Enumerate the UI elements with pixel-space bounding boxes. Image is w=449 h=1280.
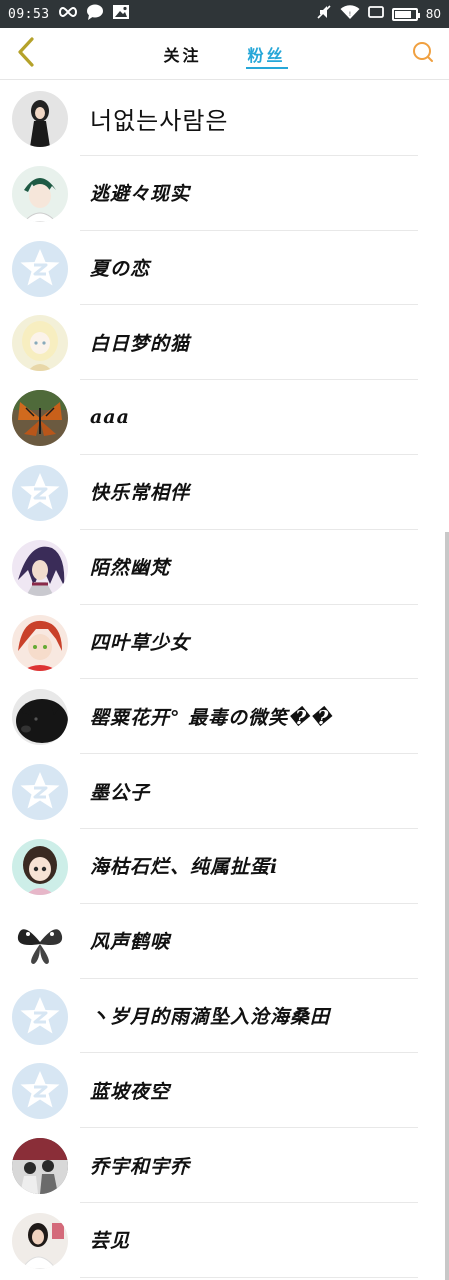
follower-row[interactable]: 海枯石烂、纯属扯蛋i xyxy=(0,829,449,904)
scrollbar[interactable] xyxy=(445,532,449,1280)
follower-row[interactable]: 风声鹤唳 xyxy=(0,904,449,979)
default-avatar-icon[interactable] xyxy=(12,1063,68,1120)
follower-row[interactable]: 快乐常相伴 xyxy=(0,455,449,530)
follower-list: 너없는사람은 逃避々现实 夏の恋 白日梦的猫 aaa 快乐常相伴 陌然幽梵 四叶… xyxy=(0,81,449,1278)
follower-name: 芸见 xyxy=(90,1230,131,1253)
follower-name: 丶岁月的雨滴坠入沧海桑田 xyxy=(90,1006,331,1029)
default-avatar-icon[interactable] xyxy=(12,240,68,297)
follower-row[interactable]: 丶岁月的雨滴坠入沧海桑田 xyxy=(0,979,449,1054)
avatar[interactable] xyxy=(12,689,68,746)
follower-row[interactable]: 罂粟花开° 最毒の微笑�� xyxy=(0,679,449,754)
default-avatar-icon[interactable] xyxy=(12,988,68,1045)
follower-row[interactable]: 蓝坡夜空 xyxy=(0,1053,449,1128)
avatar[interactable] xyxy=(12,1138,68,1195)
follower-name: 乔宇和宇乔 xyxy=(90,1155,191,1178)
avatar[interactable] xyxy=(12,614,68,671)
image-notification-icon xyxy=(112,4,130,24)
follower-row[interactable]: 四叶草少女 xyxy=(0,605,449,680)
tab-bar: 关注 粉丝 xyxy=(0,28,449,80)
avatar[interactable] xyxy=(12,913,68,970)
avatar[interactable] xyxy=(12,165,68,222)
follower-row[interactable]: 白日梦的猫 xyxy=(0,305,449,380)
status-bar: 09:53 ! 80 xyxy=(0,0,449,28)
avatar[interactable] xyxy=(12,539,68,596)
avatar[interactable] xyxy=(12,1212,68,1269)
follower-row[interactable]: 너없는사람은 xyxy=(0,81,449,156)
battery-icon xyxy=(391,7,420,21)
follower-row[interactable]: 芸见 xyxy=(0,1203,449,1278)
follower-row[interactable]: 墨公子 xyxy=(0,754,449,829)
default-avatar-icon[interactable] xyxy=(12,764,68,821)
follower-name: 白日梦的猫 xyxy=(90,332,191,355)
tab-following[interactable]: 关注 xyxy=(163,28,201,80)
avatar[interactable] xyxy=(12,315,68,372)
status-time: 09:53 xyxy=(8,6,50,22)
follower-name: 蓝坡夜空 xyxy=(90,1080,171,1103)
follower-name: aaa xyxy=(90,406,130,429)
search-button[interactable] xyxy=(409,40,437,68)
infinity-icon xyxy=(58,6,78,22)
follower-row[interactable]: 夏の恋 xyxy=(0,231,449,306)
mute-icon xyxy=(316,4,332,24)
follower-name: 快乐常相伴 xyxy=(90,482,191,505)
follower-name: 罂粟花开° 最毒の微笑�� xyxy=(90,706,333,729)
follower-name: 너없는사람은 xyxy=(90,106,229,135)
battery-level: 80 xyxy=(425,7,441,21)
follower-row[interactable]: 逃避々现实 xyxy=(0,156,449,231)
avatar[interactable] xyxy=(12,390,68,447)
chat-bubble-icon xyxy=(86,4,104,24)
follower-name: 墨公子 xyxy=(90,781,151,804)
tab-followers[interactable]: 粉丝 xyxy=(245,28,288,80)
follower-name: 海枯石烂、纯属扯蛋i xyxy=(90,856,279,879)
follower-row[interactable]: 乔宇和宇乔 xyxy=(0,1128,449,1203)
follower-name: 风声鹤唳 xyxy=(90,931,171,954)
follower-name: 夏の恋 xyxy=(90,258,151,281)
header: 关注 粉丝 xyxy=(0,28,449,80)
search-icon xyxy=(411,40,435,68)
wifi-icon: ! xyxy=(340,4,360,24)
follower-row[interactable]: 陌然幽梵 xyxy=(0,530,449,605)
avatar[interactable] xyxy=(12,91,68,147)
follower-name: 四叶草少女 xyxy=(90,632,191,655)
svg-text:!: ! xyxy=(349,11,351,18)
screen-icon xyxy=(367,5,384,23)
follower-row[interactable]: aaa xyxy=(0,380,449,455)
avatar[interactable] xyxy=(12,838,68,895)
follower-name: 逃避々现实 xyxy=(90,183,191,206)
default-avatar-icon[interactable] xyxy=(12,464,68,521)
follower-name: 陌然幽梵 xyxy=(90,557,171,580)
